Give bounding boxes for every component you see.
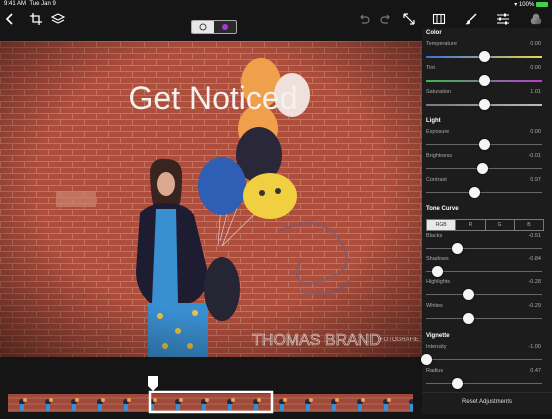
shadows-label: Shadows	[426, 256, 449, 262]
layers-icon[interactable]	[50, 11, 66, 27]
brightness-label: Brightness	[426, 153, 452, 159]
temperature-value: 0.00	[530, 41, 541, 47]
adjustments-panel: Color Light Tone Curve Vignette RGB R G …	[420, 28, 552, 414]
tone-curve-channels[interactable]: RGB R G B	[426, 219, 544, 231]
intensity-slider-knob[interactable]	[420, 354, 432, 365]
tint-value: 0.00	[530, 65, 541, 71]
channel-b[interactable]: B	[515, 220, 543, 230]
intensity-label: Intensity	[426, 344, 447, 350]
photo-image: Get Noticed THOMAS BRAND FOTOGRAFIE	[0, 41, 422, 357]
playhead-marker[interactable]	[148, 376, 158, 391]
status-bar: 9:41 AM Tue Jan 9 ▾ 100%	[0, 0, 552, 8]
shadows-slider-knob[interactable]	[432, 266, 444, 277]
undo-icon[interactable]	[356, 11, 372, 27]
blacks-label: Blacks	[426, 233, 443, 239]
highlights-slider-track[interactable]	[426, 294, 542, 295]
highlights-slider-knob[interactable]	[463, 289, 475, 300]
status-date: Tue Jan 9	[29, 1, 56, 7]
whites-value: -0.29	[528, 303, 541, 309]
compare-toggle[interactable]	[191, 20, 237, 34]
intensity-value: -1.00	[528, 344, 541, 350]
color-circles-icon[interactable]	[528, 11, 544, 27]
radius-value: 0.47	[530, 368, 541, 374]
blacks-slider-knob[interactable]	[451, 243, 463, 254]
filmstrip-icon[interactable]	[431, 11, 447, 27]
exposure-slider-knob[interactable]	[478, 139, 490, 150]
brightness-slider-knob[interactable]	[477, 163, 489, 174]
filmstrip-frames	[8, 376, 413, 414]
channel-r[interactable]: R	[456, 220, 486, 230]
photo-canvas[interactable]: Get Noticed THOMAS BRAND FOTOGRAFIE	[0, 41, 422, 357]
temperature-slider-knob[interactable]	[478, 51, 490, 62]
section-vignette-title: Vignette	[426, 333, 450, 339]
divider	[422, 392, 552, 393]
saturation-slider-knob[interactable]	[478, 99, 490, 110]
contrast-value: 0.97	[530, 177, 541, 183]
watermark-sub: FOTOGRAFIE	[380, 337, 419, 343]
back-icon[interactable]	[2, 11, 18, 27]
contrast-label: Contrast	[426, 177, 447, 183]
channel-g[interactable]: G	[486, 220, 515, 230]
crop-icon[interactable]	[28, 11, 44, 27]
section-tone-curve-title: Tone Curve	[426, 206, 459, 212]
radius-slider-knob[interactable]	[451, 378, 463, 389]
exposure-value: 0.00	[530, 129, 541, 135]
contrast-slider-track[interactable]	[426, 192, 542, 193]
brush-icon[interactable]	[463, 11, 479, 27]
section-light-title: Light	[426, 118, 441, 124]
filmstrip[interactable]	[0, 368, 422, 414]
status-right: ▾ 100%	[514, 1, 548, 8]
reset-adjustments-button[interactable]: Reset Adjustments	[422, 399, 552, 405]
tint-label: Tint	[426, 65, 435, 71]
exposure-label: Exposure	[426, 129, 450, 135]
tint-slider-knob[interactable]	[478, 75, 490, 86]
highlights-value: -0.28	[528, 279, 541, 285]
battery-icon	[536, 1, 548, 7]
channel-rgb[interactable]: RGB	[427, 220, 457, 230]
temperature-label: Temperature	[426, 41, 457, 47]
highlights-label: Highlights	[426, 279, 451, 285]
redo-icon[interactable]	[378, 11, 394, 27]
sliders-icon[interactable]	[495, 11, 511, 27]
whites-slider-knob[interactable]	[463, 313, 475, 324]
section-color-title: Color	[426, 30, 442, 36]
compare-original-option[interactable]	[192, 21, 214, 33]
contrast-slider-knob[interactable]	[469, 187, 481, 198]
compare-edited-option[interactable]	[214, 21, 236, 33]
blacks-value: -0.51	[528, 233, 541, 239]
expand-icon[interactable]	[401, 11, 417, 27]
shadows-slider-track[interactable]	[426, 271, 542, 272]
headline-text: Get Noticed	[129, 80, 298, 116]
whites-slider-track[interactable]	[426, 318, 542, 319]
top-toolbar	[0, 8, 552, 34]
radius-slider-track[interactable]	[426, 383, 542, 384]
blacks-slider-track[interactable]	[426, 248, 542, 249]
brightness-value: -0.01	[528, 153, 541, 159]
watermark-main: THOMAS BRAND	[252, 332, 381, 349]
radius-label: Radius	[426, 368, 444, 374]
whites-label: Whites	[426, 303, 443, 309]
saturation-value: 1.01	[530, 89, 541, 95]
shadows-value: -0.84	[528, 256, 541, 262]
intensity-slider-track[interactable]	[426, 359, 542, 360]
saturation-label: Saturation	[426, 89, 452, 95]
status-time: 9:41 AM	[4, 1, 27, 7]
